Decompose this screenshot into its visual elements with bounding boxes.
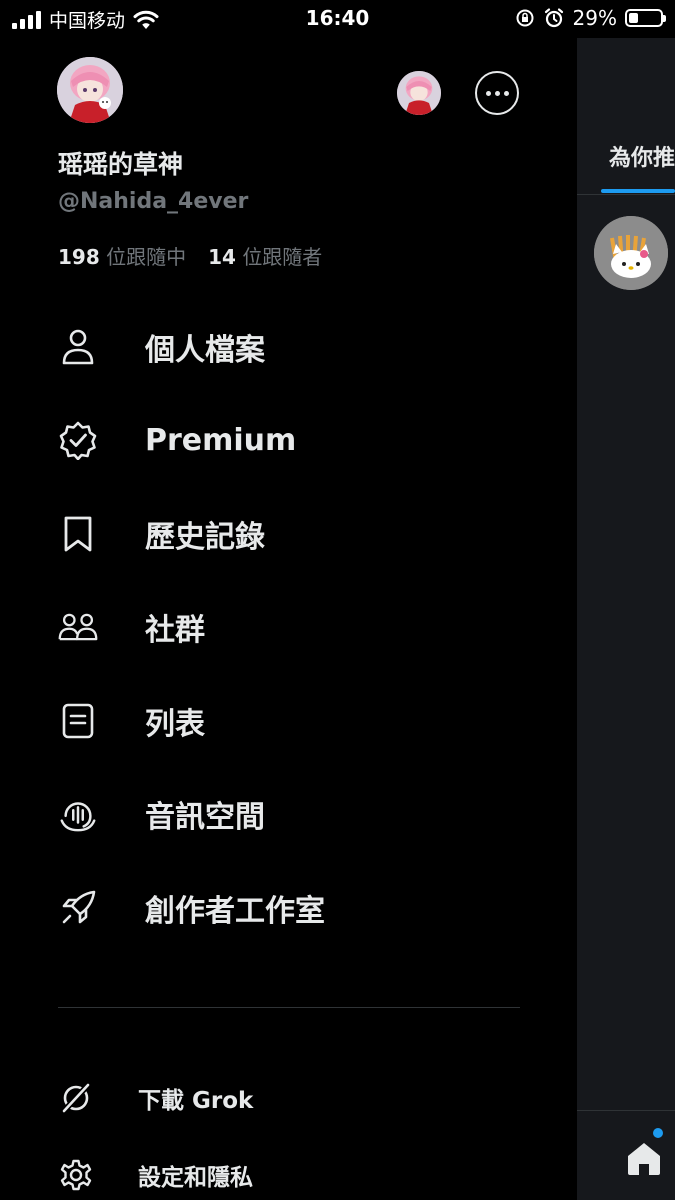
menu-item-spaces[interactable]: 音訊空間 xyxy=(0,768,577,862)
more-dot-icon xyxy=(485,90,491,96)
display-name[interactable]: 瑶瑶的草神 xyxy=(58,145,183,181)
secondary-account-avatar-image xyxy=(397,71,441,115)
following-link[interactable]: 198 位跟隨中 xyxy=(58,241,186,270)
status-right: 29% xyxy=(515,6,666,30)
profile-avatar-image xyxy=(57,57,123,123)
menu-item-communities[interactable]: 社群 xyxy=(0,581,577,675)
spaces-icon xyxy=(58,794,98,834)
menu-item-label: 音訊空間 xyxy=(145,800,265,836)
menu-item-label: 歷史記錄 xyxy=(145,519,265,555)
menu-item-label: 列表 xyxy=(145,706,205,742)
bookmark-icon xyxy=(58,514,98,554)
post-author-avatar[interactable] xyxy=(594,216,668,290)
switch-account-avatar[interactable] xyxy=(397,71,441,115)
user-handle[interactable]: @Nahida_4ever xyxy=(58,189,248,214)
tab-for-you[interactable]: 為你推 xyxy=(609,140,675,172)
menu-item-history[interactable]: 歷史記錄 xyxy=(0,487,577,581)
settings-privacy-item[interactable]: 設定和隱私 xyxy=(0,1145,577,1200)
status-bar: 中国移动 16:40 29% xyxy=(0,0,675,38)
screen: 中国移动 16:40 29% 為你推 瑶瑶的草神 @Nahida_4ever 1… xyxy=(0,0,675,1200)
following-count: 198 xyxy=(58,245,100,269)
profile-avatar[interactable] xyxy=(57,57,123,123)
active-tab-indicator xyxy=(601,189,675,193)
menu-item-label: 個人檔案 xyxy=(145,332,265,368)
grok-icon xyxy=(58,1080,94,1116)
more-dot-icon xyxy=(494,90,500,96)
settings-privacy-label: 設定和隱私 xyxy=(138,1165,253,1191)
notification-dot xyxy=(653,1128,663,1138)
followers-label: 位跟隨者 xyxy=(242,245,323,269)
person-icon xyxy=(58,327,98,367)
verified-badge-icon xyxy=(58,420,98,461)
gear-icon xyxy=(58,1157,94,1193)
menu-divider xyxy=(58,1007,520,1008)
download-grok-item[interactable]: 下載 Grok xyxy=(0,1068,577,1128)
alarm-icon xyxy=(544,8,563,28)
tab-bar-divider xyxy=(577,1110,675,1111)
battery-icon xyxy=(625,9,666,27)
list-icon xyxy=(58,701,98,741)
download-grok-label: 下載 Grok xyxy=(138,1088,254,1114)
menu-item-premium[interactable]: Premium xyxy=(0,394,577,488)
drawer-menu: 個人檔案 Premium 歷史記錄 社群 列表 音訊空間 創作者工作室 xyxy=(0,300,577,955)
menu-item-creator-studio[interactable]: 創作者工作室 xyxy=(0,861,577,955)
battery-level-fill xyxy=(629,13,638,23)
more-options-button[interactable] xyxy=(475,71,519,115)
menu-item-lists[interactable]: 列表 xyxy=(0,674,577,768)
rocket-icon xyxy=(58,888,98,928)
timeline-background[interactable]: 為你推 xyxy=(577,38,675,1200)
more-dot-icon xyxy=(503,90,509,96)
menu-item-profile[interactable]: 個人檔案 xyxy=(0,300,577,394)
home-icon[interactable] xyxy=(624,1138,664,1178)
navigation-drawer: 瑶瑶的草神 @Nahida_4ever 198 位跟隨中 14 位跟隨者 個人檔… xyxy=(0,38,577,1200)
menu-item-label: 社群 xyxy=(145,613,205,649)
battery-percent: 29% xyxy=(572,6,617,30)
hello-kitty-avatar-image xyxy=(594,216,668,290)
following-label: 位跟隨中 xyxy=(106,245,187,269)
tab-divider xyxy=(577,194,675,195)
menu-item-label: Premium xyxy=(145,422,297,458)
followers-count: 14 xyxy=(208,245,236,269)
follow-stats: 198 位跟隨中 14 位跟隨者 xyxy=(58,241,322,270)
communities-icon xyxy=(58,607,98,647)
menu-item-label: 創作者工作室 xyxy=(145,893,325,929)
rotation-lock-icon xyxy=(516,9,534,27)
followers-link[interactable]: 14 位跟隨者 xyxy=(208,241,322,270)
